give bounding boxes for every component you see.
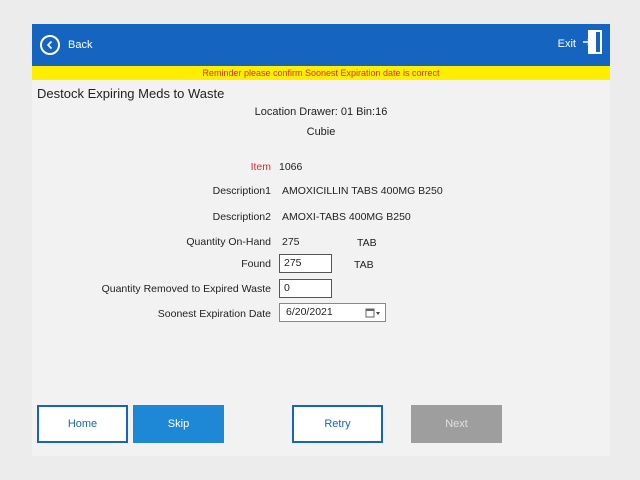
exit-button[interactable]: Exit	[557, 29, 604, 59]
exit-door-icon	[582, 29, 604, 59]
description1-label: Description1	[212, 185, 271, 197]
reminder-banner: Reminder please confirm Soonest Expirati…	[32, 66, 610, 80]
found-input[interactable]: 275	[279, 254, 332, 273]
description1-value: AMOXICILLIN TABS 400MG B250	[282, 185, 443, 197]
skip-button[interactable]: Skip	[133, 405, 224, 443]
next-button-label: Next	[445, 418, 468, 430]
quantity-on-hand-unit: TAB	[357, 237, 377, 249]
app-screen: Back Exit Reminder please confirm Soones…	[32, 24, 610, 456]
quantity-on-hand-value: 275	[282, 236, 300, 248]
expiration-date-value: 6/20/2021	[286, 306, 333, 318]
location-text: Location Drawer: 01 Bin:16	[254, 106, 388, 118]
found-label: Found	[241, 258, 271, 270]
exit-label: Exit	[557, 38, 576, 50]
chevron-left-circle-icon	[40, 35, 60, 55]
found-unit: TAB	[354, 259, 374, 271]
quantity-on-hand-label: Quantity On-Hand	[186, 236, 271, 248]
quantity-removed-label: Quantity Removed to Expired Waste	[101, 283, 271, 295]
page-title: Destock Expiring Meds to Waste	[37, 86, 225, 101]
next-button[interactable]: Next	[411, 405, 502, 443]
retry-button[interactable]: Retry	[292, 405, 383, 443]
cubie-text: Cubie	[306, 126, 336, 138]
expiration-date-picker[interactable]: 6/20/2021	[279, 303, 386, 322]
description2-label: Description2	[212, 211, 271, 223]
home-button[interactable]: Home	[37, 405, 128, 443]
expiration-date-label: Soonest Expiration Date	[157, 308, 271, 320]
home-button-label: Home	[67, 418, 98, 430]
description2-value: AMOXI-TABS 400MG B250	[282, 211, 411, 223]
skip-button-label: Skip	[167, 418, 190, 430]
item-label: Item	[250, 161, 271, 173]
retry-button-label: Retry	[324, 418, 351, 430]
quantity-removed-input[interactable]: 0	[279, 279, 332, 298]
back-label: Back	[68, 39, 93, 51]
item-value: 1066	[279, 161, 303, 173]
back-button[interactable]: Back	[40, 32, 92, 58]
calendar-dropdown-icon[interactable]	[365, 307, 381, 319]
top-bar: Back Exit	[32, 24, 610, 66]
